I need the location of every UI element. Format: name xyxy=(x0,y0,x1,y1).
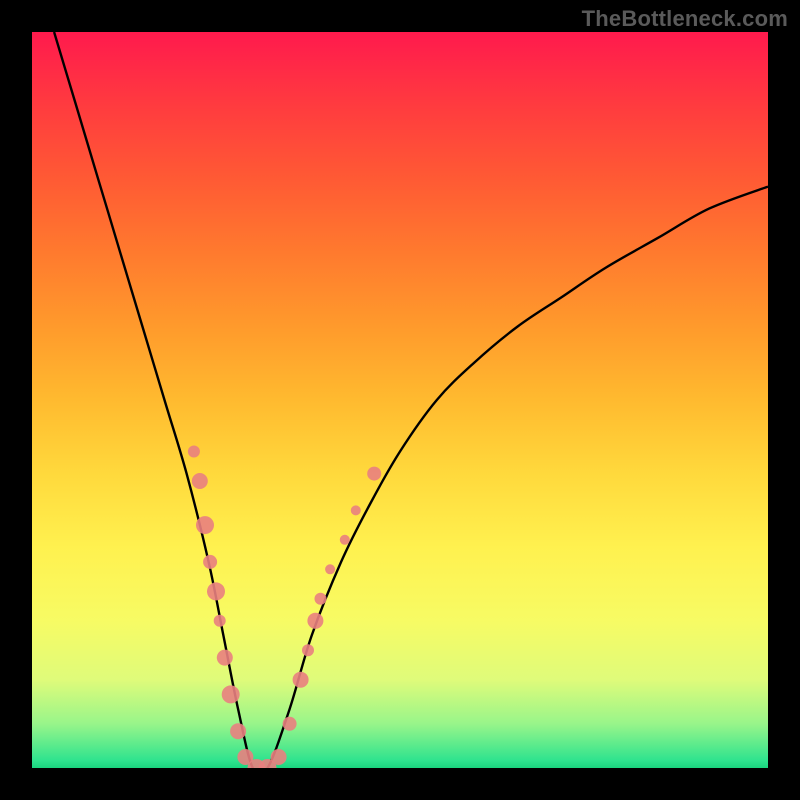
sample-point xyxy=(302,644,314,656)
sample-point xyxy=(367,467,381,481)
sample-point xyxy=(340,535,350,545)
sample-point xyxy=(188,446,200,458)
sample-point xyxy=(217,650,233,666)
sample-point xyxy=(222,685,240,703)
sample-point xyxy=(283,717,297,731)
sample-point xyxy=(230,723,246,739)
sample-point xyxy=(207,582,225,600)
sample-point xyxy=(196,516,214,534)
sample-point xyxy=(315,593,327,605)
sample-point xyxy=(203,555,217,569)
sample-point xyxy=(214,615,226,627)
sample-point xyxy=(307,613,323,629)
sample-point xyxy=(325,564,335,574)
watermark-label: TheBottleneck.com xyxy=(582,6,788,32)
sample-point xyxy=(293,672,309,688)
plot-area xyxy=(32,32,768,768)
bottleneck-curve xyxy=(54,32,768,768)
chart-svg xyxy=(32,32,768,768)
sample-point xyxy=(192,473,208,489)
chart-frame: TheBottleneck.com xyxy=(0,0,800,800)
sample-point xyxy=(351,505,361,515)
sample-point xyxy=(271,749,287,765)
